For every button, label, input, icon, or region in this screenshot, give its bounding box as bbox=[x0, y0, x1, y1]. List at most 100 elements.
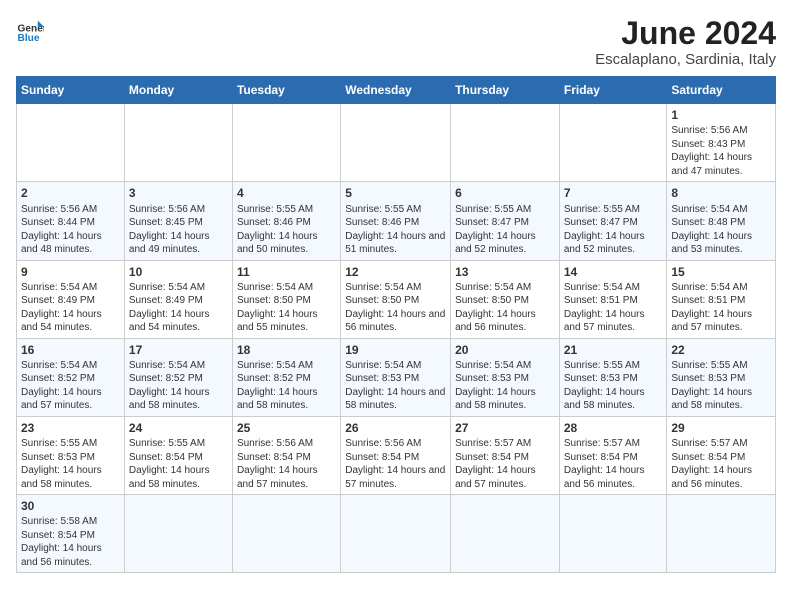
day-info: Daylight: 14 hours and 58 minutes. bbox=[21, 464, 120, 491]
calendar-week-6: 30Sunrise: 5:58 AMSunset: 8:54 PMDayligh… bbox=[17, 495, 776, 573]
day-info: Daylight: 14 hours and 56 minutes. bbox=[21, 542, 120, 569]
day-info: Daylight: 14 hours and 57 minutes. bbox=[237, 464, 336, 491]
day-info: Sunrise: 5:57 AM bbox=[564, 437, 663, 451]
location-subtitle: Escalaplano, Sardinia, Italy bbox=[595, 51, 776, 68]
day-info: Sunrise: 5:57 AM bbox=[455, 437, 555, 451]
day-info: Sunset: 8:47 PM bbox=[564, 216, 663, 230]
day-info: Sunrise: 5:54 AM bbox=[455, 359, 555, 373]
calendar-cell: 2Sunrise: 5:56 AMSunset: 8:44 PMDaylight… bbox=[17, 182, 125, 260]
day-info: Sunrise: 5:54 AM bbox=[237, 281, 336, 295]
calendar-cell bbox=[232, 104, 340, 182]
calendar-cell: 19Sunrise: 5:54 AMSunset: 8:53 PMDayligh… bbox=[341, 338, 451, 416]
calendar-table: Sunday Monday Tuesday Wednesday Thursday… bbox=[16, 76, 776, 573]
calendar-cell bbox=[451, 495, 560, 573]
month-title: June 2024 bbox=[595, 16, 776, 51]
day-info: Sunset: 8:51 PM bbox=[564, 294, 663, 308]
calendar-cell: 25Sunrise: 5:56 AMSunset: 8:54 PMDayligh… bbox=[232, 416, 340, 494]
day-info: Daylight: 14 hours and 58 minutes. bbox=[129, 386, 228, 413]
calendar-cell: 13Sunrise: 5:54 AMSunset: 8:50 PMDayligh… bbox=[451, 260, 560, 338]
day-info: Sunrise: 5:55 AM bbox=[564, 359, 663, 373]
day-info: Sunset: 8:54 PM bbox=[455, 451, 555, 465]
calendar-week-1: 1Sunrise: 5:56 AMSunset: 8:43 PMDaylight… bbox=[17, 104, 776, 182]
day-number: 1 bbox=[671, 107, 771, 123]
day-info: Sunrise: 5:56 AM bbox=[671, 124, 771, 138]
calendar-cell: 21Sunrise: 5:55 AMSunset: 8:53 PMDayligh… bbox=[559, 338, 667, 416]
day-info: Sunset: 8:45 PM bbox=[129, 216, 228, 230]
day-info: Daylight: 14 hours and 57 minutes. bbox=[564, 308, 663, 335]
header: General Blue June 2024 Escalaplano, Sard… bbox=[16, 16, 776, 68]
day-info: Daylight: 14 hours and 54 minutes. bbox=[129, 308, 228, 335]
day-info: Daylight: 14 hours and 55 minutes. bbox=[237, 308, 336, 335]
day-number: 10 bbox=[129, 264, 228, 280]
day-info: Sunrise: 5:56 AM bbox=[21, 203, 120, 217]
col-wednesday: Wednesday bbox=[341, 77, 451, 104]
day-number: 23 bbox=[21, 420, 120, 436]
day-info: Daylight: 14 hours and 47 minutes. bbox=[671, 151, 771, 178]
day-info: Daylight: 14 hours and 58 minutes. bbox=[237, 386, 336, 413]
calendar-cell bbox=[341, 104, 451, 182]
day-number: 18 bbox=[237, 342, 336, 358]
calendar-cell: 7Sunrise: 5:55 AMSunset: 8:47 PMDaylight… bbox=[559, 182, 667, 260]
day-info: Daylight: 14 hours and 51 minutes. bbox=[345, 230, 446, 257]
day-info: Sunrise: 5:55 AM bbox=[345, 203, 446, 217]
day-info: Sunrise: 5:54 AM bbox=[237, 359, 336, 373]
day-info: Sunrise: 5:56 AM bbox=[237, 437, 336, 451]
day-number: 12 bbox=[345, 264, 446, 280]
svg-text:Blue: Blue bbox=[18, 33, 40, 44]
calendar-cell: 6Sunrise: 5:55 AMSunset: 8:47 PMDaylight… bbox=[451, 182, 560, 260]
col-tuesday: Tuesday bbox=[232, 77, 340, 104]
day-info: Daylight: 14 hours and 50 minutes. bbox=[237, 230, 336, 257]
day-number: 25 bbox=[237, 420, 336, 436]
day-number: 20 bbox=[455, 342, 555, 358]
day-info: Daylight: 14 hours and 58 minutes. bbox=[564, 386, 663, 413]
day-info: Daylight: 14 hours and 58 minutes. bbox=[671, 386, 771, 413]
day-info: Sunrise: 5:54 AM bbox=[129, 281, 228, 295]
day-number: 24 bbox=[129, 420, 228, 436]
day-info: Sunrise: 5:56 AM bbox=[345, 437, 446, 451]
calendar-week-5: 23Sunrise: 5:55 AMSunset: 8:53 PMDayligh… bbox=[17, 416, 776, 494]
day-info: Sunset: 8:52 PM bbox=[129, 372, 228, 386]
day-info: Sunset: 8:46 PM bbox=[345, 216, 446, 230]
day-info: Sunrise: 5:55 AM bbox=[129, 437, 228, 451]
day-info: Daylight: 14 hours and 56 minutes. bbox=[564, 464, 663, 491]
day-info: Sunset: 8:53 PM bbox=[671, 372, 771, 386]
day-number: 16 bbox=[21, 342, 120, 358]
day-info: Daylight: 14 hours and 54 minutes. bbox=[21, 308, 120, 335]
day-info: Daylight: 14 hours and 58 minutes. bbox=[455, 386, 555, 413]
calendar-cell bbox=[124, 495, 232, 573]
calendar-cell: 9Sunrise: 5:54 AMSunset: 8:49 PMDaylight… bbox=[17, 260, 125, 338]
day-number: 15 bbox=[671, 264, 771, 280]
day-info: Sunset: 8:53 PM bbox=[21, 451, 120, 465]
header-row: Sunday Monday Tuesday Wednesday Thursday… bbox=[17, 77, 776, 104]
day-info: Sunset: 8:53 PM bbox=[564, 372, 663, 386]
calendar-cell: 20Sunrise: 5:54 AMSunset: 8:53 PMDayligh… bbox=[451, 338, 560, 416]
day-info: Sunset: 8:52 PM bbox=[21, 372, 120, 386]
day-info: Daylight: 14 hours and 58 minutes. bbox=[129, 464, 228, 491]
calendar-cell bbox=[667, 495, 776, 573]
calendar-cell: 14Sunrise: 5:54 AMSunset: 8:51 PMDayligh… bbox=[559, 260, 667, 338]
calendar-cell: 12Sunrise: 5:54 AMSunset: 8:50 PMDayligh… bbox=[341, 260, 451, 338]
day-info: Sunrise: 5:54 AM bbox=[345, 359, 446, 373]
day-info: Sunrise: 5:54 AM bbox=[455, 281, 555, 295]
day-number: 2 bbox=[21, 185, 120, 201]
day-info: Sunrise: 5:54 AM bbox=[564, 281, 663, 295]
calendar-cell: 18Sunrise: 5:54 AMSunset: 8:52 PMDayligh… bbox=[232, 338, 340, 416]
day-number: 3 bbox=[129, 185, 228, 201]
day-info: Sunrise: 5:54 AM bbox=[21, 359, 120, 373]
day-info: Sunrise: 5:58 AM bbox=[21, 515, 120, 529]
calendar-cell bbox=[124, 104, 232, 182]
calendar-week-3: 9Sunrise: 5:54 AMSunset: 8:49 PMDaylight… bbox=[17, 260, 776, 338]
day-number: 27 bbox=[455, 420, 555, 436]
day-info: Daylight: 14 hours and 49 minutes. bbox=[129, 230, 228, 257]
calendar-cell: 17Sunrise: 5:54 AMSunset: 8:52 PMDayligh… bbox=[124, 338, 232, 416]
day-number: 6 bbox=[455, 185, 555, 201]
col-thursday: Thursday bbox=[451, 77, 560, 104]
logo-icon: General Blue bbox=[16, 16, 44, 44]
day-number: 9 bbox=[21, 264, 120, 280]
calendar-cell bbox=[17, 104, 125, 182]
day-number: 28 bbox=[564, 420, 663, 436]
calendar-cell: 4Sunrise: 5:55 AMSunset: 8:46 PMDaylight… bbox=[232, 182, 340, 260]
day-info: Sunset: 8:50 PM bbox=[455, 294, 555, 308]
calendar-cell: 3Sunrise: 5:56 AMSunset: 8:45 PMDaylight… bbox=[124, 182, 232, 260]
col-sunday: Sunday bbox=[17, 77, 125, 104]
